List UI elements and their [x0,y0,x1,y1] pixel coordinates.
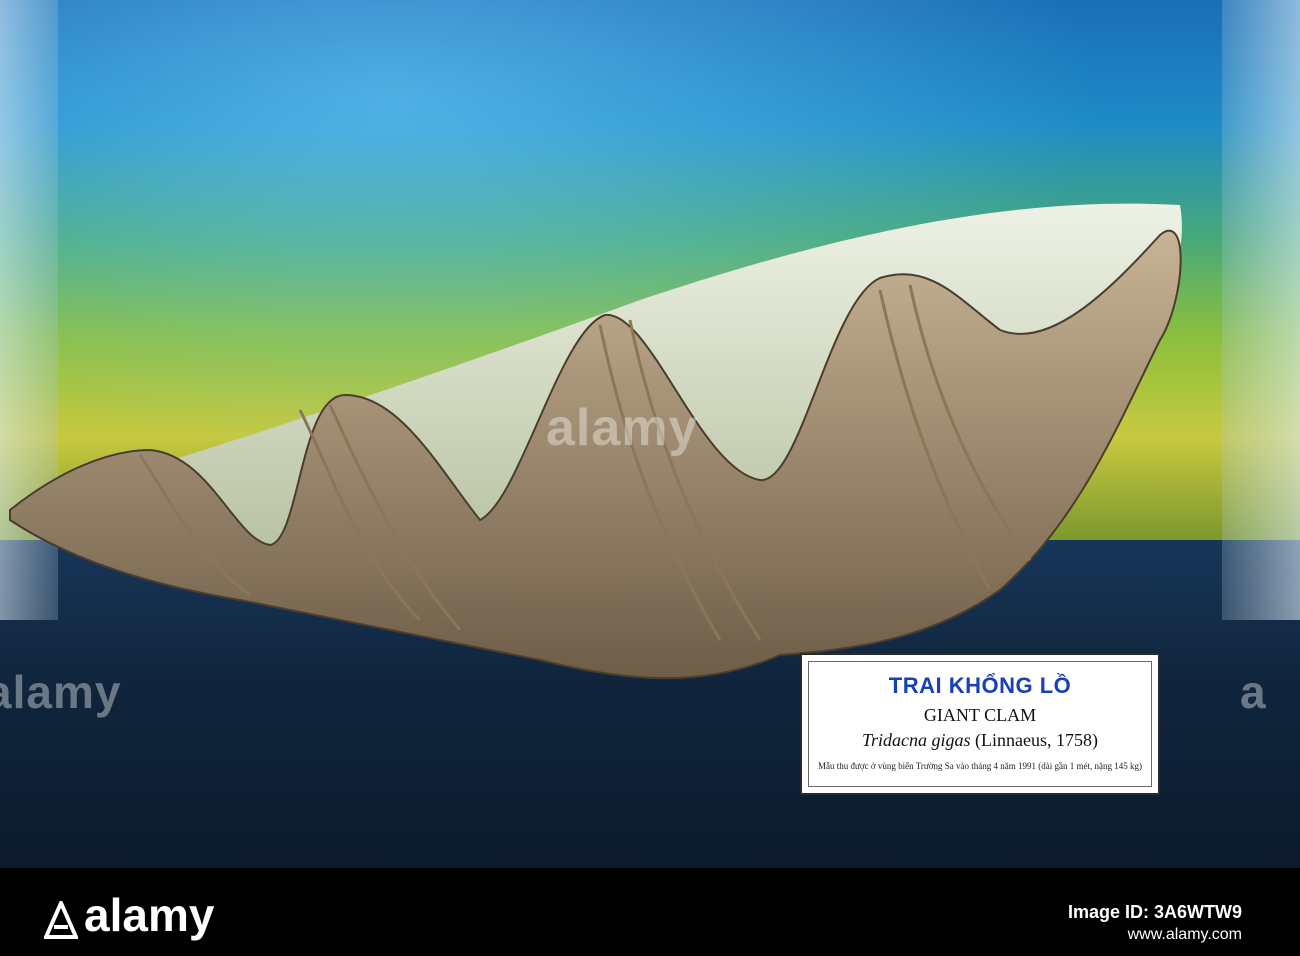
alamy-logo-icon [42,896,80,939]
exhibit-label-card: TRAI KHỔNG LỒ GIANT CLAM Tridacna gigas … [800,653,1160,795]
stock-brand: alamy [42,888,215,942]
watermark-right: a [1240,666,1267,718]
photo-scene: alamy alamy a TRAI KHỔNG LỒ GIANT CLAM T… [0,0,1300,956]
stock-url: www.alamy.com [1127,926,1242,943]
watermark-left: alamy [0,666,122,718]
stock-brand-text: alamy [84,889,215,941]
giant-clam-shell [9,203,1182,680]
watermark-center: alamy [546,399,699,457]
label-card-border [808,661,1152,787]
stock-image-id: Image ID: 3A6WTW9 [1067,902,1242,922]
